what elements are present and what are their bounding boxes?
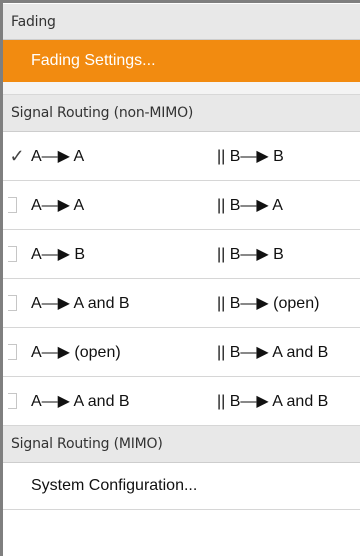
section-header-signal-routing-mimo: Signal Routing (MIMO) xyxy=(3,426,360,463)
route-a-label: A—▶ A xyxy=(31,197,85,214)
system-configuration-button[interactable]: System Configuration... xyxy=(3,463,360,510)
route-a-label: A—▶ A and B xyxy=(31,295,130,312)
fading-settings-label: Fading Settings... xyxy=(31,52,156,69)
route-b-label: || B—▶ B xyxy=(217,246,284,263)
section-header-fading: Fading xyxy=(3,3,360,40)
checkbox-empty-icon[interactable] xyxy=(8,393,17,409)
checkbox-empty-icon[interactable] xyxy=(8,246,17,262)
section-header-signal-routing-non-mimo: Signal Routing (non-MIMO) xyxy=(3,95,360,132)
route-b-label: || B—▶ A and B xyxy=(217,393,329,410)
context-menu: Fading Fading Settings... Signal Routing… xyxy=(0,0,360,556)
route-b-label: || B—▶ A and B xyxy=(217,344,329,361)
section-title-non-mimo: Signal Routing (non-MIMO) xyxy=(11,105,194,121)
routing-option-row[interactable]: A—▶ A and B || B—▶ (open) xyxy=(3,279,360,328)
section-title-fading: Fading xyxy=(11,13,56,30)
route-a-label: A—▶ (open) xyxy=(31,344,121,361)
route-a-label: A—▶ A and B xyxy=(31,393,130,410)
routing-option-row[interactable]: A—▶ B || B—▶ B xyxy=(3,230,360,279)
route-a-label: A—▶ A xyxy=(31,148,85,165)
routing-option-row[interactable]: A—▶ A and B || B—▶ A and B xyxy=(3,377,360,426)
checkmark-icon[interactable]: ✓ xyxy=(7,146,27,166)
routing-option-row[interactable]: A—▶ (open) || B—▶ A and B xyxy=(3,328,360,377)
route-b-label: || B—▶ B xyxy=(217,148,284,165)
routing-option-row[interactable]: ✓ A—▶ A || B—▶ B xyxy=(3,132,360,181)
route-b-label: || B—▶ (open) xyxy=(217,295,320,312)
section-title-mimo: Signal Routing (MIMO) xyxy=(11,436,163,452)
route-b-label: || B—▶ A xyxy=(217,197,283,214)
routing-option-row[interactable]: A—▶ A || B—▶ A xyxy=(3,181,360,230)
system-configuration-label: System Configuration... xyxy=(31,477,198,494)
route-a-label: A—▶ B xyxy=(31,246,86,263)
checkbox-empty-icon[interactable] xyxy=(8,344,17,360)
checkbox-empty-icon[interactable] xyxy=(8,295,17,311)
checkbox-empty-icon[interactable] xyxy=(8,197,17,213)
routing-options-list: ✓ A—▶ A || B—▶ B A—▶ A || B—▶ A A—▶ B || B—▶ B… xyxy=(3,132,360,426)
fading-settings-button[interactable]: Fading Settings... xyxy=(3,40,360,82)
section-spacer xyxy=(3,82,360,95)
